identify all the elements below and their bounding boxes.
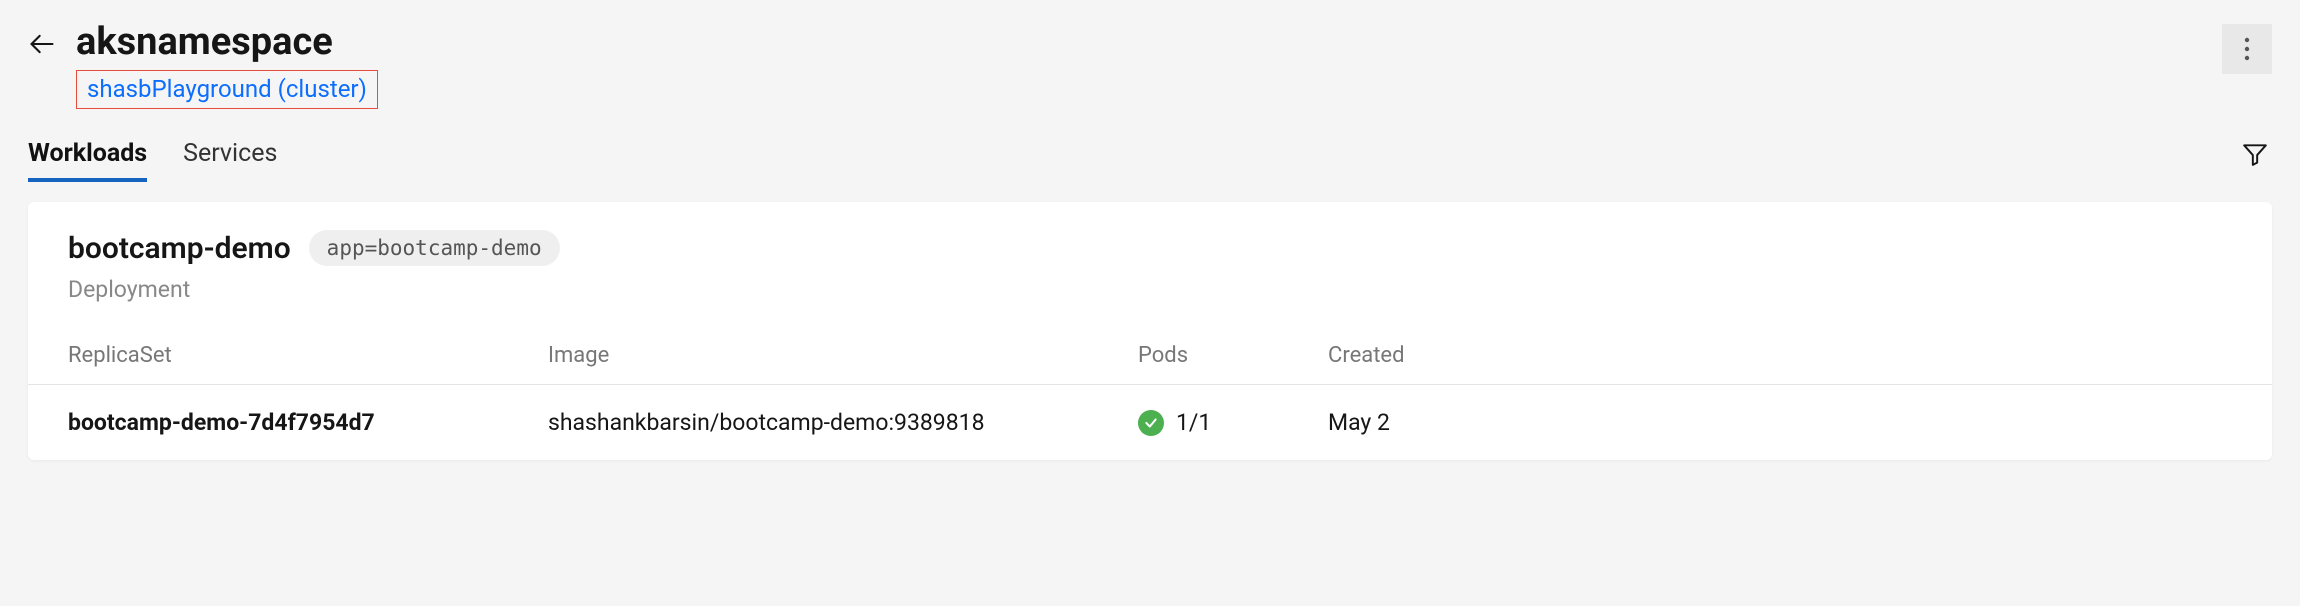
pods-count: 1/1 bbox=[1176, 409, 1211, 436]
workload-card: bootcamp-demo app=bootcamp-demo Deployme… bbox=[28, 202, 2272, 460]
cell-created: May 2 bbox=[1328, 409, 2232, 436]
col-header-image: Image bbox=[548, 343, 1138, 368]
col-header-created: Created bbox=[1328, 343, 2232, 368]
cell-image: shashankbarsin/bootcamp-demo:9389818 bbox=[548, 409, 1138, 436]
back-button[interactable] bbox=[28, 30, 56, 58]
more-menu-button[interactable] bbox=[2222, 24, 2272, 74]
col-header-pods: Pods bbox=[1138, 343, 1328, 368]
cell-pods: 1/1 bbox=[1138, 409, 1328, 436]
page-title: aksnamespace bbox=[76, 20, 378, 66]
table-header-row: ReplicaSet Image Pods Created bbox=[28, 343, 2272, 385]
tab-workloads[interactable]: Workloads bbox=[28, 139, 147, 182]
workload-label-badge: app=bootcamp-demo bbox=[309, 230, 560, 266]
table-row[interactable]: bootcamp-demo-7d4f7954d7 shashankbarsin/… bbox=[28, 385, 2272, 460]
workload-kind: Deployment bbox=[68, 276, 2232, 303]
filter-icon[interactable] bbox=[2242, 141, 2268, 171]
col-header-replicaset: ReplicaSet bbox=[68, 343, 548, 368]
tab-services[interactable]: Services bbox=[183, 139, 277, 182]
cluster-link-highlight: shasbPlayground (cluster) bbox=[76, 70, 378, 110]
cluster-link[interactable]: shasbPlayground (cluster) bbox=[87, 73, 367, 107]
status-ok-icon bbox=[1138, 410, 1164, 436]
cell-replicaset: bootcamp-demo-7d4f7954d7 bbox=[68, 409, 548, 436]
workload-name: bootcamp-demo bbox=[68, 231, 291, 266]
